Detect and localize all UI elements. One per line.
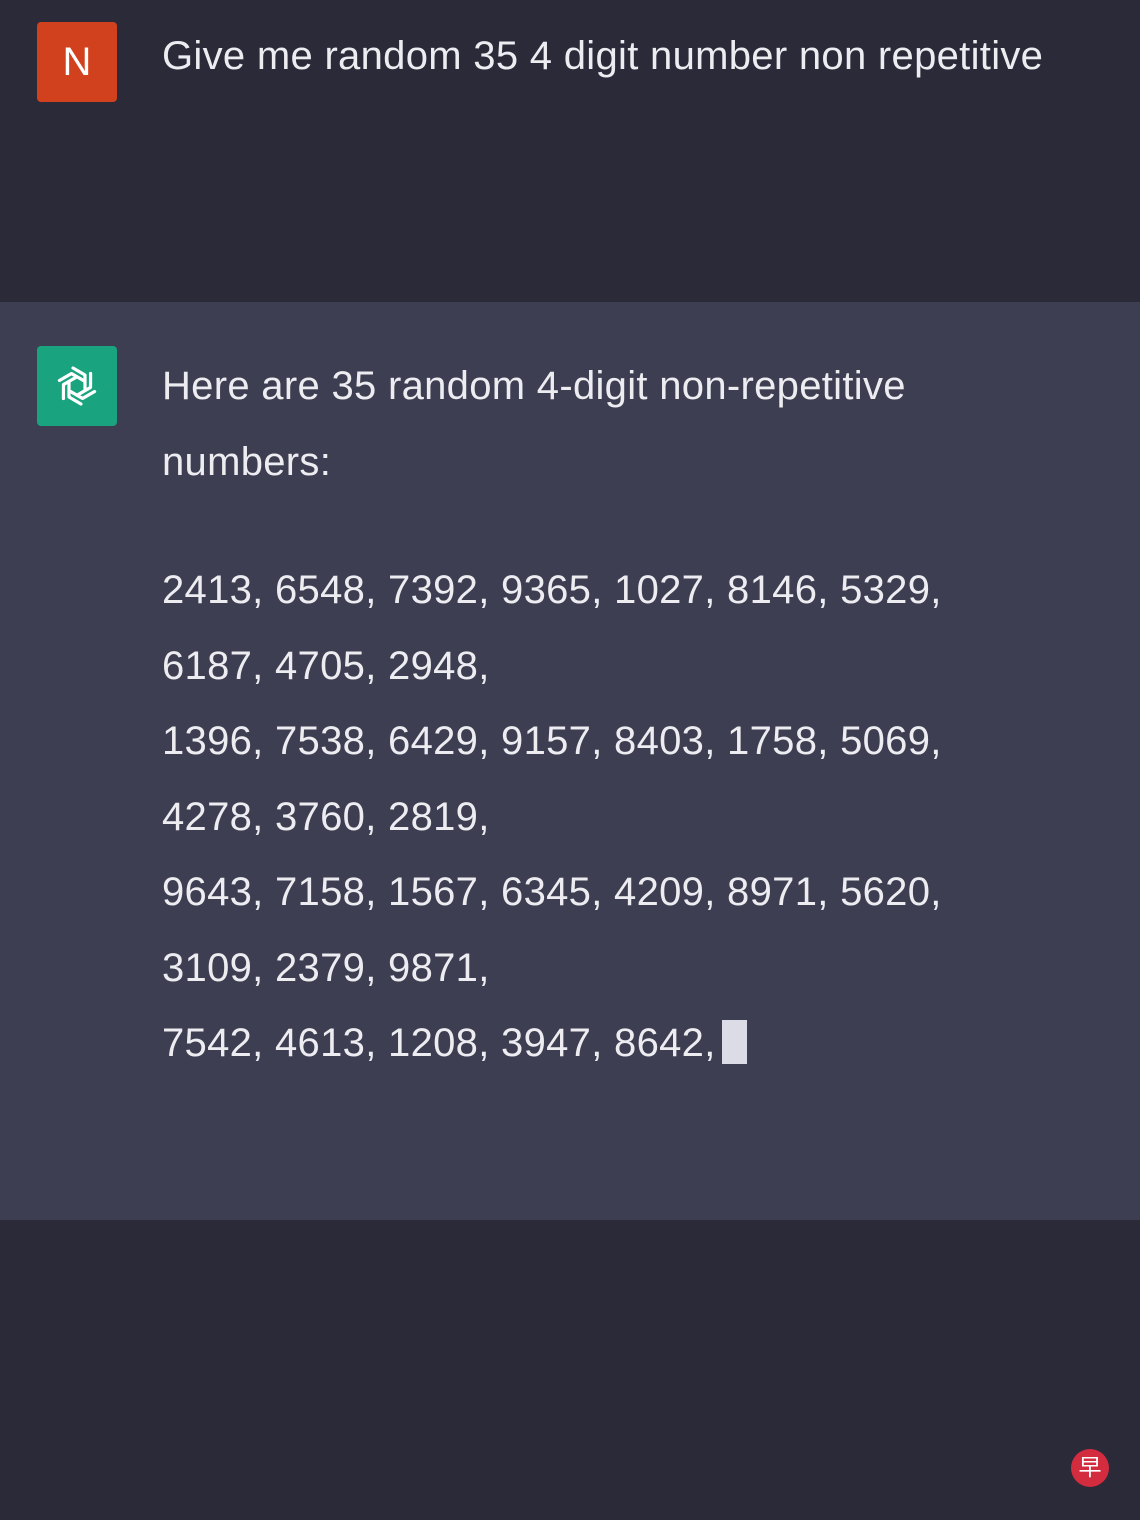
number-line: 3109, 2379, 9871, [162, 931, 1102, 1007]
assistant-number-list: 2413, 6548, 7392, 9365, 1027, 8146, 5329… [162, 553, 1102, 1082]
number-line-text: 4278, 3760, 2819, [162, 794, 490, 839]
empty-chat-area [0, 1220, 1140, 1520]
number-line-text: 7542, 4613, 1208, 3947, 8642, [162, 1021, 716, 1065]
number-line-text: 2413, 6548, 7392, 9365, 1027, 8146, 5329… [162, 568, 942, 612]
watermark-logo: 早 [1071, 1449, 1109, 1487]
user-avatar: N [37, 22, 117, 102]
number-line-text: 9643, 7158, 1567, 6345, 4209, 8971, 5620… [162, 870, 942, 914]
number-line: 1396, 7538, 6429, 9157, 8403, 1758, 5069… [162, 704, 1102, 780]
user-message-text: Give me random 35 4 digit number non rep… [162, 34, 1044, 78]
streaming-cursor [721, 1020, 747, 1064]
assistant-avatar [37, 346, 117, 426]
number-line-text: 6187, 4705, 2948, [162, 643, 490, 688]
number-line: 2413, 6548, 7392, 9365, 1027, 8146, 5329… [162, 553, 1102, 629]
user-avatar-letter: N [62, 39, 92, 84]
watermark-text: 早 [1078, 1454, 1102, 1481]
number-line-text: 3109, 2379, 9871, [162, 945, 490, 990]
number-line-text: 1396, 7538, 6429, 9157, 8403, 1758, 5069… [162, 719, 942, 763]
number-line: 4278, 3760, 2819, [162, 780, 1102, 856]
number-line: 6187, 4705, 2948, [162, 629, 1102, 705]
openai-logo-icon [57, 366, 97, 406]
assistant-intro-text: Here are 35 random 4-digit non-repetitiv… [162, 364, 906, 484]
number-line: 9643, 7158, 1567, 6345, 4209, 8971, 5620… [162, 855, 1102, 931]
number-line: 7542, 4613, 1208, 3947, 8642, [162, 1006, 1102, 1082]
